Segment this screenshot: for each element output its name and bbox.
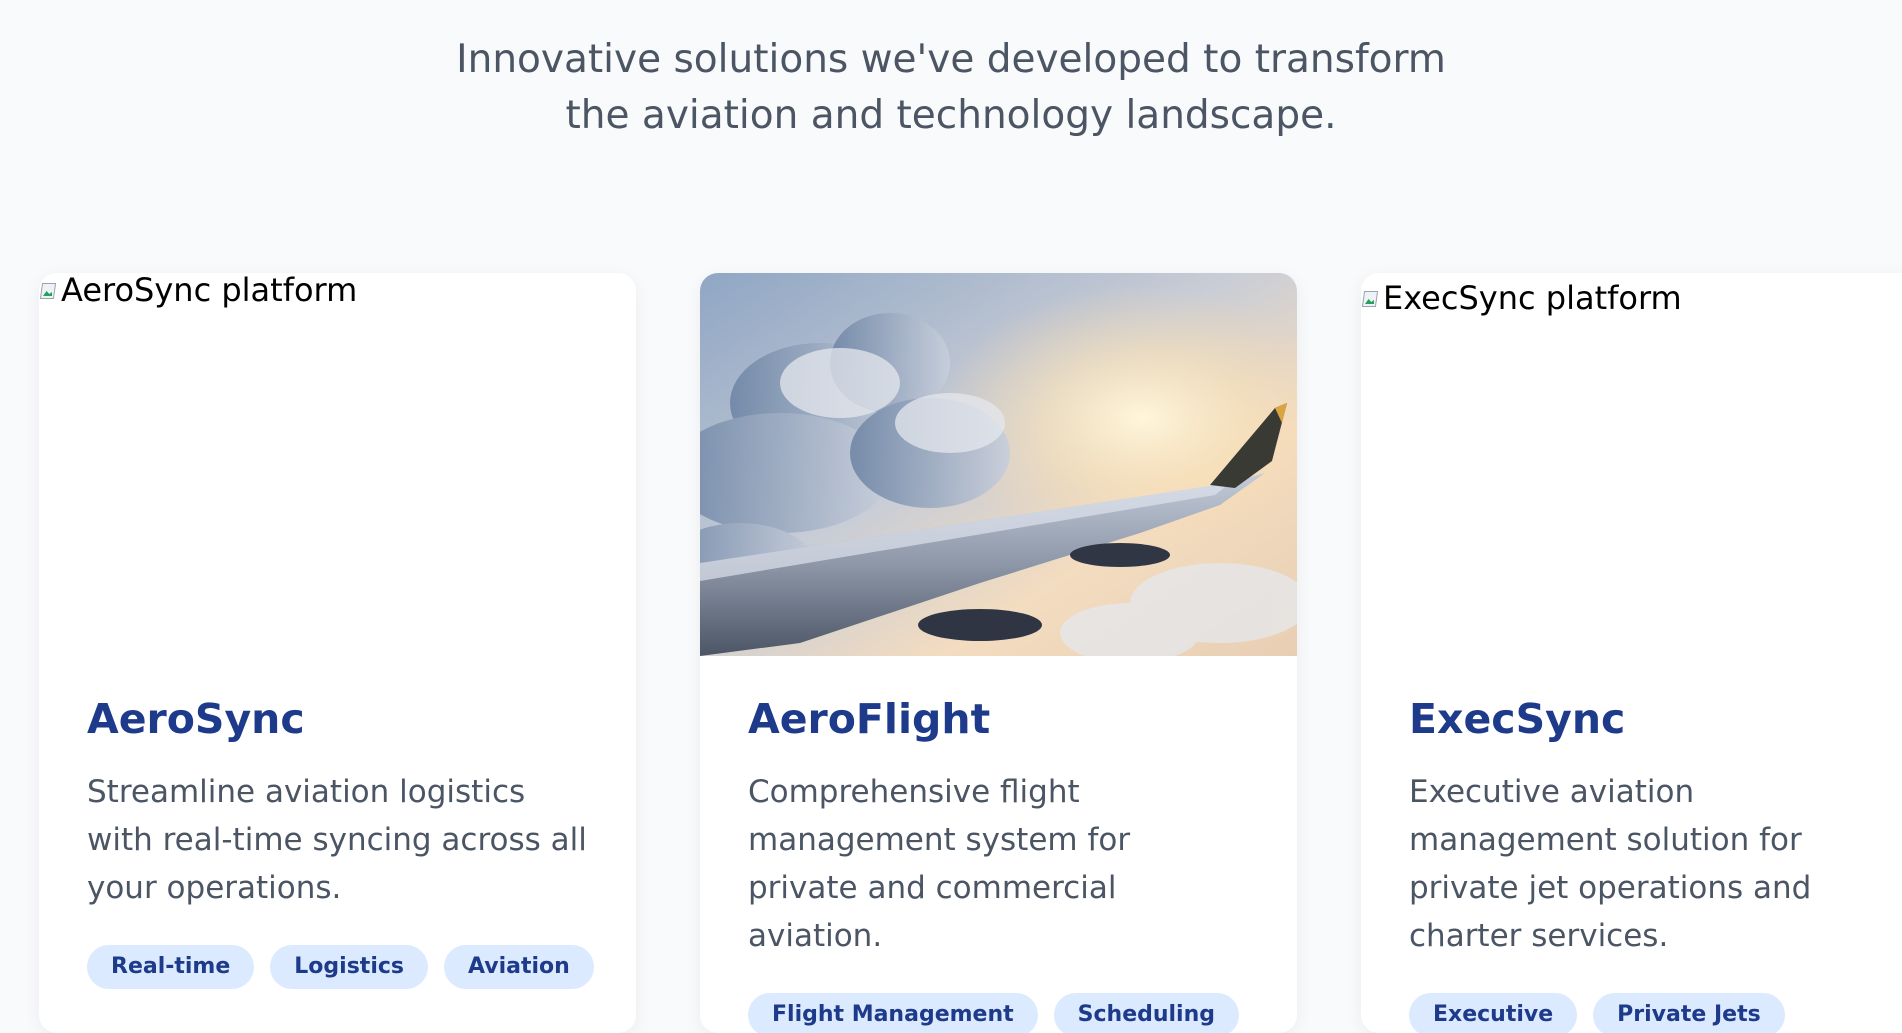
tag: Executive (1409, 993, 1578, 1033)
card-image-aerosync: AeroSync platform (39, 273, 636, 656)
project-card-aerosync[interactable]: AeroSync platform AeroSync Streamline av… (39, 273, 636, 1033)
tag: Scheduling (1053, 993, 1240, 1033)
tag: Logistics (270, 945, 428, 989)
tag: Private Jets (1593, 993, 1785, 1033)
card-title[interactable]: AeroFlight (748, 694, 1249, 744)
broken-image-icon (1361, 287, 1379, 309)
tag: Flight Management (748, 993, 1038, 1033)
project-card-aeroflight[interactable]: AeroFlight Comprehensive flight manageme… (700, 273, 1297, 1033)
card-image-aeroflight (700, 273, 1297, 656)
tag-list: Flight Management Scheduling (748, 993, 1249, 1033)
broken-image-icon (39, 279, 57, 301)
tag: Real-time (87, 945, 255, 989)
card-description: Comprehensive flight management system f… (748, 774, 1131, 954)
image-alt-text: ExecSync platform (1383, 279, 1682, 317)
card-body: AeroFlight Comprehensive flight manageme… (700, 656, 1297, 1033)
image-alt-text: AeroSync platform (61, 273, 358, 309)
card-body: AeroSync Streamline aviation logistics w… (39, 656, 636, 989)
project-cards: AeroSync platform AeroSync Streamline av… (39, 273, 1902, 1033)
card-description: Executive aviation management solution f… (1409, 774, 1812, 954)
tag: Aviation (444, 945, 594, 989)
card-title[interactable]: ExecSync (1409, 694, 1902, 744)
card-description: Streamline aviation logistics with real-… (87, 774, 587, 906)
airplane-wing-photo (700, 273, 1297, 656)
tag-list: Real-time Logistics Aviation (87, 945, 594, 989)
card-title[interactable]: AeroSync (87, 694, 588, 744)
card-body: ExecSync Executive aviation management s… (1361, 656, 1902, 1033)
section-subtitle: Innovative solutions we've developed to … (456, 37, 1446, 138)
broken-image-placeholder: ExecSync platform (1361, 281, 1682, 315)
tag-list: Executive Private Jets (1409, 993, 1902, 1033)
card-image-execsync: ExecSync platform (1361, 273, 1902, 656)
project-card-execsync[interactable]: ExecSync platform ExecSync Executive avi… (1361, 273, 1902, 1033)
broken-image-placeholder: AeroSync platform (39, 273, 357, 307)
